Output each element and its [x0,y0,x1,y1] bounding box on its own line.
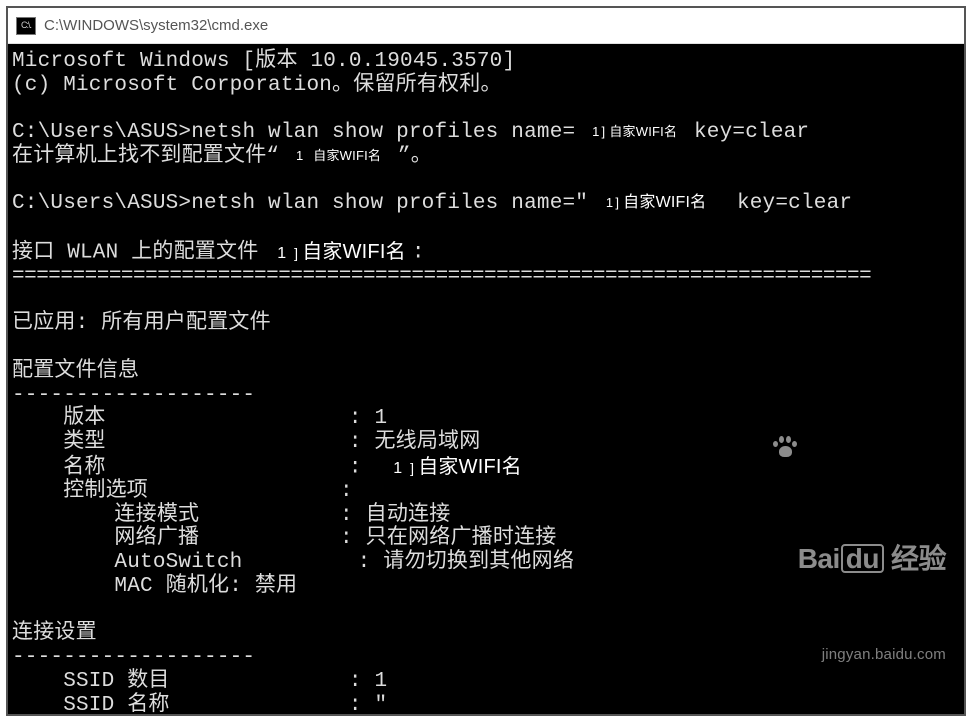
cmd2-after: key=clear [724,192,852,215]
macrand-label: MAC 随机化: [12,575,255,598]
interface-before: 接口 WLAN 上的配置文件 [12,241,258,264]
redacted-wifi-1: 1]自家WIFI名 [588,124,681,139]
ssid-count-value: 1 [374,670,387,693]
brand-bai: Bai [798,543,840,574]
ssid-count-label: SSID 数目 : [12,670,374,693]
watermark-url: jingyan.baidu.com [739,647,946,662]
paw-icon [772,435,800,457]
control-label: 控制选项 : [12,480,353,503]
ssid-name-value: " [374,694,387,715]
title-bar[interactable]: C:\. C:\WINDOWS\system32\cmd.exe [8,8,964,44]
copyright-line: (c) Microsoft Corporation。保留所有权利。 [12,74,502,97]
redacted-wifi-2: 1]自家WIFI名 [292,148,385,163]
brand-du: du [841,544,884,573]
redacted-wifi-3: 1]自家WIFI名 [601,194,711,212]
notfound-before: 在计算机上找不到配置文件“ [12,145,279,168]
prompt-2: C:\Users\ASUS> [12,192,191,215]
ssid-name-label: SSID 名称 : [12,694,374,715]
cmd2-before: netsh wlan show profiles name=" [191,192,588,215]
conn-settings-title: 连接设置 [12,622,97,645]
window-frame: C:\. C:\WINDOWS\system32\cmd.exe Microso… [6,6,966,716]
connmode-value: 自动连接 [366,504,451,527]
profile-info-title: 配置文件信息 [12,360,139,383]
applied-line: 已应用: 所有用户配置文件 [12,312,271,335]
autoswitch-value: 请勿切换到其他网络 [383,551,574,574]
connmode-label: 连接模式 : [12,504,366,527]
version-label: 版本 : [12,407,374,430]
broadcast-label: 网络广播 : [12,527,366,550]
redacted-wifi-4: 1 ]自家WIFI名 [271,240,412,264]
autoswitch-label: AutoSwitch : [12,551,383,574]
dashes-1: ------------------- [12,384,255,407]
prompt-1: C:\Users\ASUS> [12,121,191,144]
window-title: C:\WINDOWS\system32\cmd.exe [44,17,268,34]
macrand-value: 禁用 [255,575,297,598]
terminal-output[interactable]: Microsoft Windows [版本 10.0.19045.3570] (… [8,44,964,714]
dashes-2: ------------------- [12,646,255,669]
type-value: 无线局域网 [374,431,480,454]
brand-cn: 经验 [891,543,946,574]
version-value: 1 [374,407,387,430]
name-label: 名称 : [12,456,374,479]
cmd1-before: netsh wlan show profiles name= [191,121,575,144]
broadcast-value: 只在网络广播时连接 [366,527,557,550]
cmd-icon: C:\. [16,17,36,35]
watermark: Baidu经验 jingyan.baidu.com [739,453,946,704]
cmd1-after: key=clear [681,121,809,144]
os-version-line: Microsoft Windows [版本 10.0.19045.3570] [12,50,515,73]
notfound-after: ”。 [398,145,432,168]
interface-after: : [412,241,425,264]
divider-line: ========================================… [12,265,871,288]
redacted-wifi-5: 1 ]自家WIFI名 [387,455,528,479]
type-label: 类型 : [12,431,374,454]
